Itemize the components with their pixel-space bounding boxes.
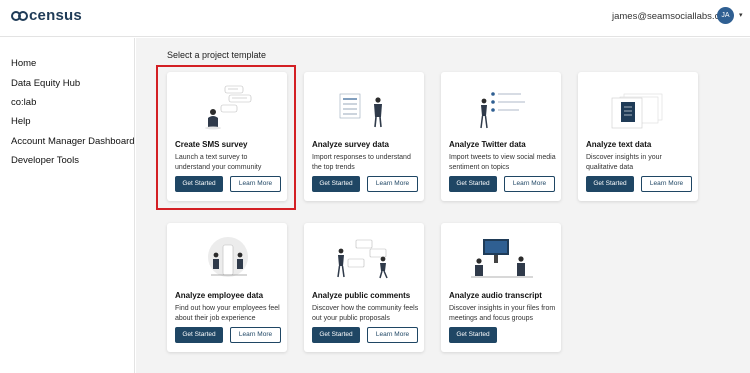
card-title: Analyze audio transcript	[449, 291, 542, 300]
sidebar-item-help[interactable]: Help	[11, 116, 31, 127]
get-started-button[interactable]: Get Started	[586, 176, 634, 192]
top-bar: census james@seamsociallabs.com JA ▾	[0, 0, 750, 37]
logo-rings-icon	[11, 10, 28, 22]
template-card-twitter-data[interactable]: Analyze Twitter data Import tweets to vi…	[441, 72, 561, 201]
employee-data-illustration	[208, 237, 248, 277]
twitter-data-illustration	[480, 92, 525, 129]
learn-more-button[interactable]: Learn More	[230, 327, 281, 343]
card-description: Import tweets to view social media senti…	[449, 154, 556, 171]
get-started-button[interactable]: Get Started	[175, 327, 223, 343]
audio-transcript-illustration	[471, 239, 533, 278]
get-started-button[interactable]: Get Started	[449, 327, 497, 343]
sidebar-item-developer-tools[interactable]: Developer Tools	[11, 155, 79, 166]
card-title: Analyze text data	[586, 140, 652, 149]
selected-template-highlight	[156, 65, 296, 210]
card-description: Import responses to understand the top t…	[312, 154, 411, 171]
learn-more-button[interactable]: Learn More	[641, 176, 692, 192]
avatar[interactable]: JA	[717, 7, 734, 24]
card-title: Analyze employee data	[175, 291, 264, 300]
card-description: Discover insights in your qualitative da…	[586, 154, 662, 171]
sidebar-item-home[interactable]: Home	[11, 58, 36, 69]
learn-more-button[interactable]: Learn More	[367, 176, 418, 192]
card-description: Discover how the community feels out you…	[312, 305, 419, 322]
sidebar-item-account-manager-dashboard[interactable]: Account Manager Dashboard	[11, 136, 135, 147]
chevron-down-icon[interactable]: ▾	[739, 11, 743, 19]
get-started-button[interactable]: Get Started	[312, 176, 360, 192]
sidebar-item-data-equity-hub[interactable]: Data Equity Hub	[11, 78, 80, 89]
template-card-employee-data[interactable]: Analyze employee data Find out how your …	[167, 223, 287, 352]
public-comments-illustration	[337, 239, 388, 279]
learn-more-button[interactable]: Learn More	[367, 327, 418, 343]
card-description: Find out how your employees feel about t…	[175, 305, 280, 322]
survey-data-illustration	[339, 93, 382, 128]
template-card-survey-data[interactable]: Analyze survey data Import responses to …	[304, 72, 424, 201]
card-title: Analyze survey data	[312, 140, 389, 149]
get-started-button[interactable]: Get Started	[312, 327, 360, 343]
template-card-text-data[interactable]: Analyze text data Discover insights in y…	[578, 72, 698, 201]
learn-more-button[interactable]: Learn More	[504, 176, 555, 192]
template-card-audio-transcript[interactable]: Analyze audio transcript Discover insigh…	[441, 223, 561, 352]
census-logo[interactable]: census	[11, 7, 82, 24]
card-title: Analyze public comments	[312, 291, 411, 300]
sidebar: Home Data Equity Hub co:lab Help Account…	[0, 38, 135, 373]
card-title: Analyze Twitter data	[449, 140, 526, 149]
get-started-button[interactable]: Get Started	[449, 176, 497, 192]
section-title: Select a project template	[167, 50, 267, 60]
logo-text: census	[29, 7, 82, 24]
card-description: Discover insights in your files from mee…	[449, 305, 556, 322]
sidebar-item-colab[interactable]: co:lab	[11, 97, 36, 108]
template-card-public-comments[interactable]: Analyze public comments Discover how the…	[304, 223, 424, 352]
user-email: james@seamsociallabs.com	[612, 11, 733, 22]
text-data-illustration	[611, 93, 663, 129]
